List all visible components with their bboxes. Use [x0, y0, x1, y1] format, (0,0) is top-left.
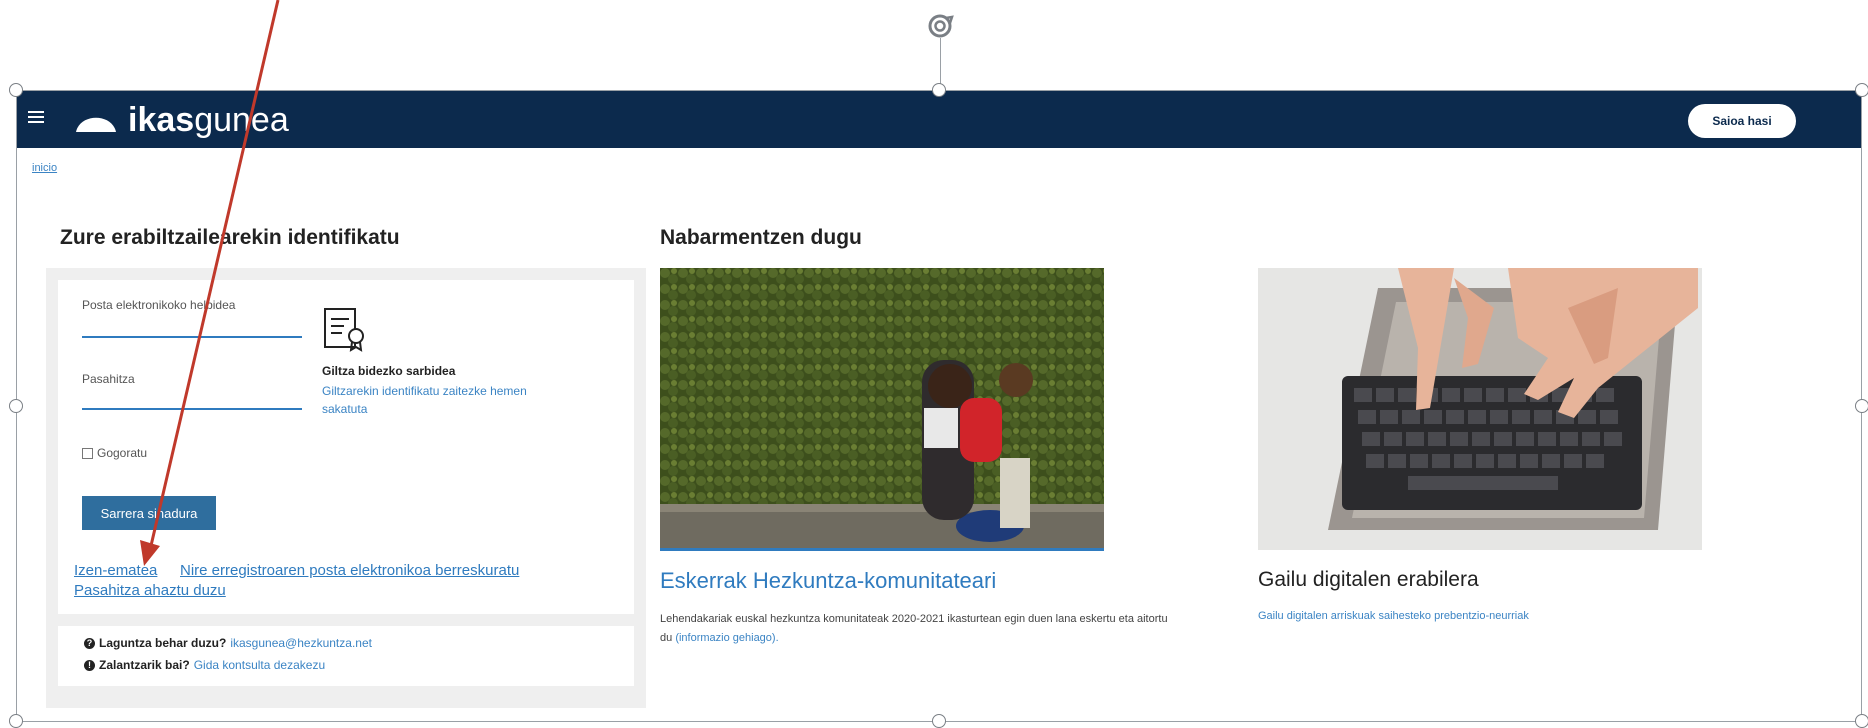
resize-handle-top-right[interactable] — [1855, 83, 1868, 97]
resize-handle-top-left[interactable] — [9, 83, 23, 97]
resize-handle-bottom-middle[interactable] — [932, 714, 946, 728]
resize-handle-middle-right[interactable] — [1855, 399, 1868, 413]
resize-handle-middle-left[interactable] — [9, 399, 23, 413]
selection-frame — [16, 90, 1862, 722]
resize-handle-top-middle[interactable] — [932, 83, 946, 97]
resize-handle-bottom-right[interactable] — [1855, 714, 1868, 728]
rotate-handle-icon[interactable] — [922, 8, 958, 44]
resize-handle-bottom-left[interactable] — [9, 714, 23, 728]
